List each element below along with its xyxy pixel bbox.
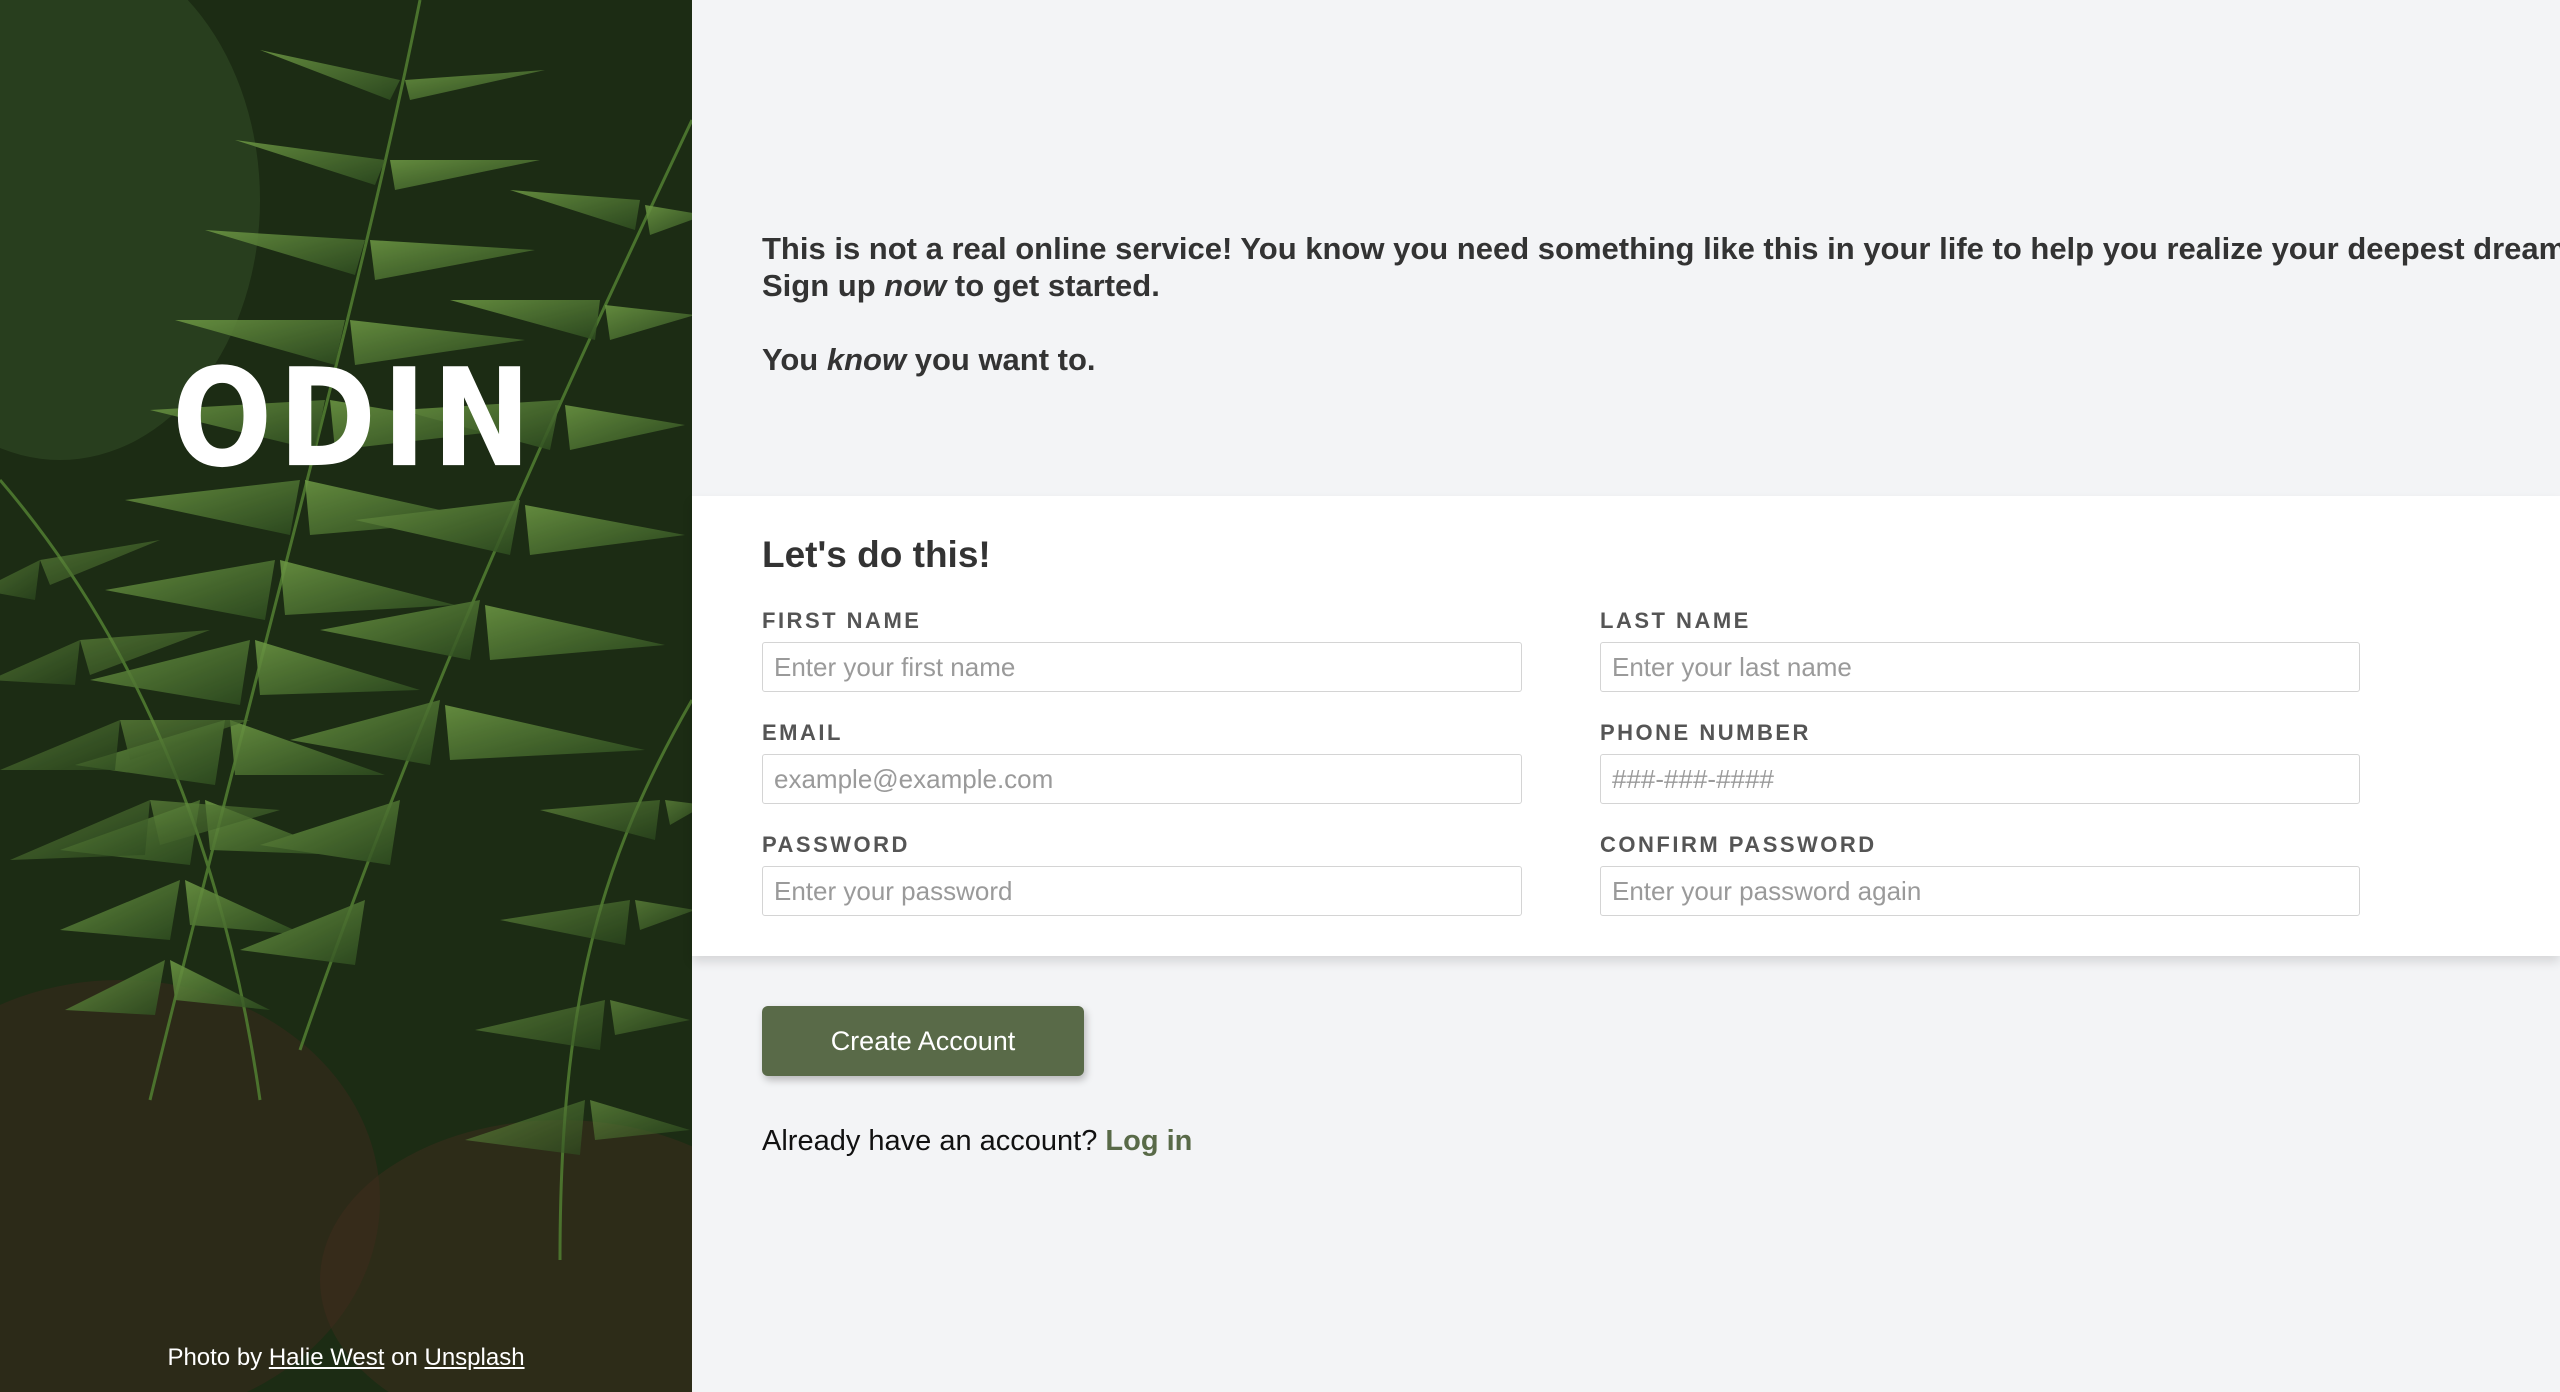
confirm-password-group: CONFIRM PASSWORD bbox=[1600, 832, 2360, 916]
last-name-input[interactable] bbox=[1600, 642, 2360, 692]
last-name-label: LAST NAME bbox=[1600, 608, 1751, 633]
phone-input[interactable] bbox=[1600, 754, 2360, 804]
login-link[interactable]: Log in bbox=[1105, 1125, 1192, 1157]
credit-prefix: Photo by bbox=[167, 1344, 263, 1371]
password-label: PASSWORD bbox=[762, 832, 910, 857]
credit-author-link[interactable]: Halie West bbox=[269, 1344, 385, 1371]
first-name-label: FIRST NAME bbox=[762, 608, 922, 633]
password-input[interactable] bbox=[762, 866, 1522, 916]
main-content: This is not a real online service! You k… bbox=[692, 0, 2560, 1392]
password-group: PASSWORD bbox=[762, 832, 1522, 916]
confirm-password-label: CONFIRM PASSWORD bbox=[1600, 832, 1877, 857]
intro-line-1: This is not a real online service! You k… bbox=[762, 231, 2560, 266]
credit-site-link[interactable]: Unsplash bbox=[424, 1344, 524, 1371]
fern-background-image bbox=[0, 0, 692, 1392]
intro-line-2: Sign up now to get started. bbox=[762, 268, 1160, 303]
create-account-button[interactable]: Create Account bbox=[762, 1006, 1084, 1076]
intro-text: This is not a real online service! You k… bbox=[762, 230, 2560, 378]
signup-page: ODIN Photo by Halie West on Unsplash Thi… bbox=[0, 0, 2560, 1392]
brand-wordmark: ODIN bbox=[172, 338, 537, 498]
intro-line-3: You know you want to. bbox=[762, 342, 1096, 377]
last-name-group: LAST NAME bbox=[1600, 608, 2360, 692]
credit-middle: on bbox=[391, 1344, 418, 1371]
hero-panel: ODIN Photo by Halie West on Unsplash bbox=[0, 0, 692, 1392]
brand-logo: ODIN bbox=[152, 308, 532, 528]
form-title: Let's do this! bbox=[762, 534, 991, 575]
confirm-password-input[interactable] bbox=[1600, 866, 2360, 916]
email-input[interactable] bbox=[762, 754, 1522, 804]
first-name-input[interactable] bbox=[762, 642, 1522, 692]
photo-credit: Photo by Halie West on Unsplash bbox=[0, 1344, 692, 1372]
login-prompt: Already have an account? Log in bbox=[762, 1125, 1192, 1158]
login-prompt-text: Already have an account? bbox=[762, 1125, 1098, 1157]
signup-form: Let's do this! FIRST NAME LAST NAME EMAI… bbox=[692, 496, 2560, 956]
email-label: EMAIL bbox=[762, 720, 843, 745]
first-name-group: FIRST NAME bbox=[762, 608, 1522, 692]
phone-label: PHONE NUMBER bbox=[1600, 720, 1811, 745]
email-group: EMAIL bbox=[762, 720, 1522, 804]
phone-group: PHONE NUMBER bbox=[1600, 720, 2360, 804]
